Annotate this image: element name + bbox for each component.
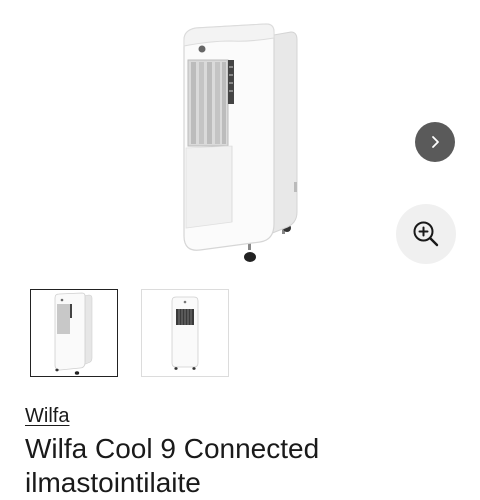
air-conditioner-thumbnail-side bbox=[54, 292, 93, 375]
zoom-in-icon bbox=[413, 221, 439, 247]
air-conditioner-thumbnail-front bbox=[171, 296, 199, 370]
brand-link[interactable]: Wilfa bbox=[25, 405, 69, 428]
next-image-button[interactable] bbox=[415, 122, 455, 162]
air-conditioner-side-illustration bbox=[183, 23, 298, 262]
thumbnail-front-view[interactable] bbox=[141, 289, 229, 377]
product-main-image bbox=[170, 14, 310, 270]
thumbnail-side-view[interactable] bbox=[30, 289, 118, 377]
zoom-button[interactable] bbox=[396, 204, 456, 264]
chevron-right-icon bbox=[432, 136, 439, 148]
product-title: Wilfa Cool 9 Connected ilmastointilaite bbox=[25, 433, 320, 498]
